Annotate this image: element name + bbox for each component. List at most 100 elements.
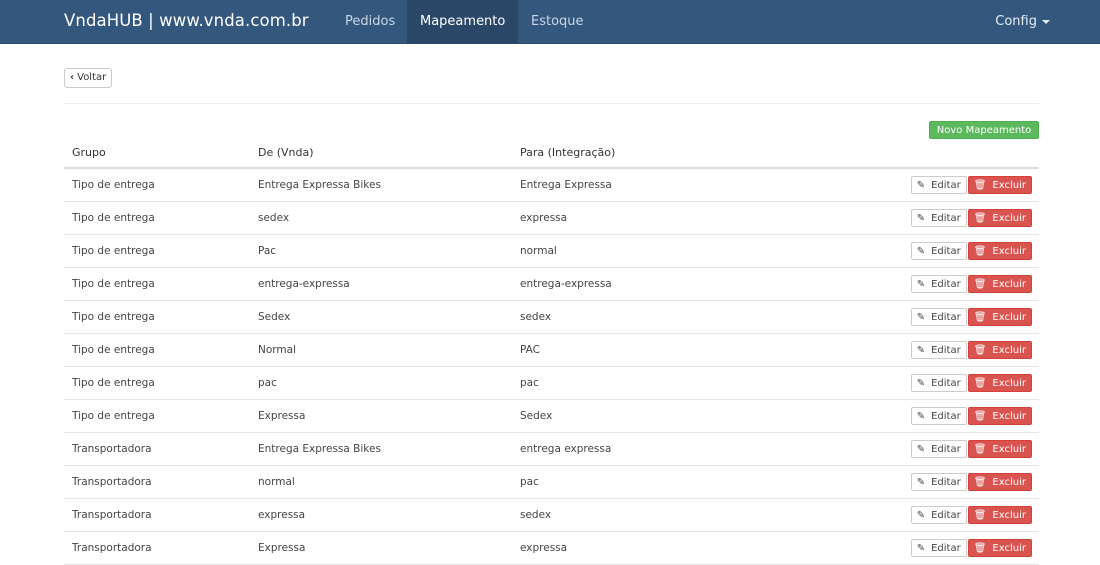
pencil-icon: ✎ [916, 378, 926, 389]
row-actions: ✎ Editar 🗑 Excluir [808, 333, 1039, 367]
new-mapping-button[interactable]: Novo Mapeamento [929, 121, 1039, 139]
delete-button[interactable]: 🗑 Excluir [967, 539, 1032, 557]
table-row: Tipo de entrega Normal PAC ✎ Editar 🗑 Excluir [64, 333, 1039, 367]
edit-button[interactable]: ✎ Editar [910, 473, 967, 491]
row-actions: ✎ Editar 🗑 Excluir [808, 300, 1039, 334]
cell-de: Expressa [250, 399, 512, 433]
edit-button[interactable]: ✎ Editar [910, 176, 967, 194]
delete-button[interactable]: 🗑 Excluir [967, 308, 1032, 326]
pencil-icon: ✎ [916, 180, 926, 191]
cell-para: Sedex [512, 399, 808, 433]
cell-de: expressa [250, 498, 512, 532]
delete-label: Excluir [992, 312, 1026, 323]
edit-button[interactable]: ✎ Editar [910, 341, 967, 359]
edit-button[interactable]: ✎ Editar [910, 308, 967, 326]
edit-button[interactable]: ✎ Editar [910, 275, 967, 293]
header-de: De (Vnda) [250, 138, 512, 169]
table-row: Tipo de entrega Entrega Expressa Bikes Ent… [64, 168, 1039, 202]
delete-button[interactable]: 🗑 Excluir [967, 473, 1032, 491]
trash-icon: 🗑 [973, 180, 987, 191]
cell-de: Entrega Expressa Bikes [250, 432, 512, 466]
edit-label: Editar [931, 510, 961, 521]
header-actions [808, 138, 1039, 169]
trash-icon: 🗑 [973, 477, 987, 488]
edit-button[interactable]: ✎ Editar [910, 440, 967, 458]
cell-grupo: Transportadora [64, 465, 250, 499]
trash-icon: 🗑 [973, 213, 987, 224]
cell-de: Normal [250, 333, 512, 367]
trash-icon: 🗑 [973, 510, 987, 521]
pencil-icon: ✎ [916, 411, 926, 422]
edit-button[interactable]: ✎ Editar [910, 506, 967, 524]
edit-button[interactable]: ✎ Editar [910, 539, 967, 557]
cell-de: Expressa [250, 531, 512, 565]
cell-para: pac [512, 366, 808, 400]
pencil-icon: ✎ [916, 213, 926, 224]
pencil-icon: ✎ [916, 477, 926, 488]
delete-button[interactable]: 🗑 Excluir [967, 440, 1032, 458]
delete-label: Excluir [992, 345, 1026, 356]
cell-para: entrega expressa [512, 432, 808, 466]
cell-de: Entrega Expressa Bikes [250, 168, 512, 202]
nav-pedidos[interactable]: Pedidos [332, 0, 408, 43]
nav-estoque[interactable]: Estoque [518, 0, 597, 43]
delete-label: Excluir [992, 378, 1026, 389]
edit-button[interactable]: ✎ Editar [910, 407, 967, 425]
delete-button[interactable]: 🗑 Excluir [967, 242, 1032, 260]
brand[interactable]: VndaHUB | www.vnda.com.br [64, 11, 309, 30]
cell-grupo: Tipo de entrega [64, 333, 250, 367]
edit-button[interactable]: ✎ Editar [910, 209, 967, 227]
row-actions: ✎ Editar 🗑 Excluir [808, 498, 1039, 532]
cell-para: normal [512, 234, 808, 268]
cell-grupo: Transportadora [64, 498, 250, 532]
cell-grupo: Transportadora [64, 432, 250, 466]
delete-label: Excluir [992, 510, 1026, 521]
trash-icon: 🗑 [973, 345, 987, 356]
table-row: Tipo de entrega Expressa Sedex ✎ Editar 🗑 Excl… [64, 399, 1039, 433]
table-row: Tipo de entrega pac pac ✎ Editar 🗑 Excluir [64, 366, 1039, 400]
cell-grupo: Tipo de entrega [64, 267, 250, 301]
divider [64, 103, 1039, 104]
delete-button[interactable]: 🗑 Excluir [967, 209, 1032, 227]
delete-label: Excluir [992, 444, 1026, 455]
row-actions: ✎ Editar 🗑 Excluir [808, 465, 1039, 499]
cell-para: sedex [512, 498, 808, 532]
cell-grupo: Tipo de entrega [64, 300, 250, 334]
pencil-icon: ✎ [916, 279, 926, 290]
top-navbar: VndaHUB | www.vnda.com.br Pedidos Mapeam… [0, 0, 1100, 44]
delete-button[interactable]: 🗑 Excluir [967, 176, 1032, 194]
mapping-table: Grupo De (Vnda) Para (Integração) Tipo d… [64, 138, 1039, 565]
cell-grupo: Tipo de entrega [64, 201, 250, 235]
trash-icon: 🗑 [973, 543, 987, 554]
delete-button[interactable]: 🗑 Excluir [967, 407, 1032, 425]
trash-icon: 🗑 [973, 444, 987, 455]
edit-button[interactable]: ✎ Editar [910, 242, 967, 260]
row-actions: ✎ Editar 🗑 Excluir [808, 399, 1039, 433]
cell-para: pac [512, 465, 808, 499]
row-actions: ✎ Editar 🗑 Excluir [808, 531, 1039, 565]
table-row: Transportadora Entrega Expressa Bikes entr… [64, 432, 1039, 466]
pencil-icon: ✎ [916, 312, 926, 323]
trash-icon: 🗑 [973, 246, 987, 257]
edit-label: Editar [931, 180, 961, 191]
edit-label: Editar [931, 444, 961, 455]
delete-button[interactable]: 🗑 Excluir [967, 275, 1032, 293]
cell-para: Entrega Expressa [512, 168, 808, 202]
cell-grupo: Tipo de entrega [64, 234, 250, 268]
delete-button[interactable]: 🗑 Excluir [967, 341, 1032, 359]
edit-label: Editar [931, 543, 961, 554]
row-actions: ✎ Editar 🗑 Excluir [808, 366, 1039, 400]
delete-button[interactable]: 🗑 Excluir [967, 374, 1032, 392]
edit-button[interactable]: ✎ Editar [910, 374, 967, 392]
edit-label: Editar [931, 345, 961, 356]
back-button[interactable]: ‹ Voltar [64, 68, 113, 88]
cell-grupo: Tipo de entrega [64, 168, 250, 202]
trash-icon: 🗑 [973, 411, 987, 422]
nav-mapeamento[interactable]: Mapeamento [407, 0, 519, 43]
delete-button[interactable]: 🗑 Excluir [967, 506, 1032, 524]
header-grupo: Grupo [64, 138, 250, 169]
caret-down-icon [1042, 19, 1050, 24]
config-dropdown[interactable]: Config [995, 0, 1050, 43]
delete-label: Excluir [992, 279, 1026, 290]
cell-para: entrega-expressa [512, 267, 808, 301]
